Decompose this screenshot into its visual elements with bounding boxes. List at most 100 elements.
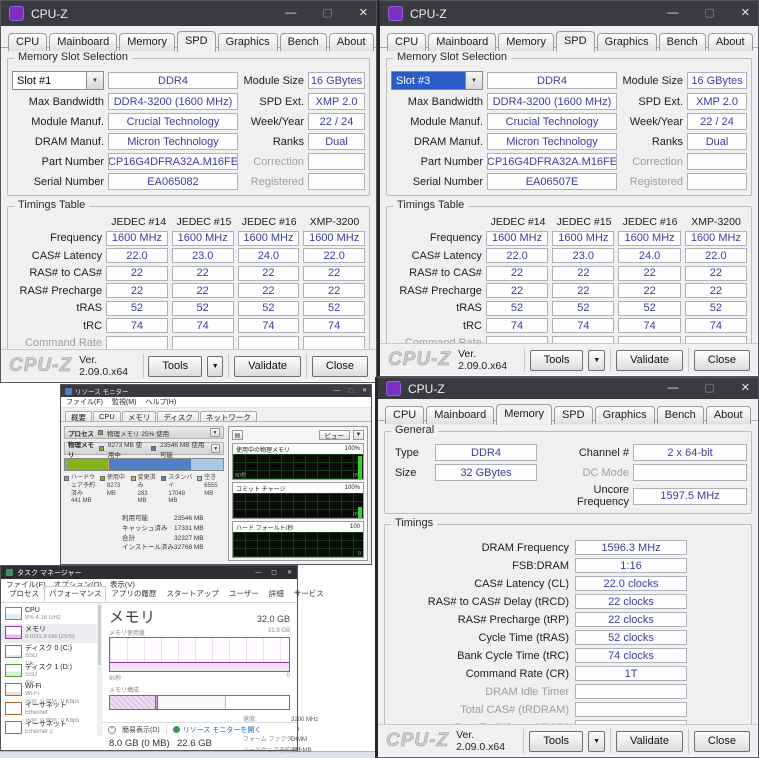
tab[interactable]: Memory (498, 33, 554, 51)
tab[interactable]: CPU (8, 33, 48, 51)
process-section-header[interactable]: プロセス 物理メモリ 25% 使用 ▼ (64, 426, 224, 439)
tab[interactable]: ネットワーク (199, 411, 257, 422)
tab[interactable]: メモリ (121, 411, 157, 422)
close-icon[interactable]: ✕ (287, 570, 292, 576)
close-button[interactable]: Close (693, 730, 750, 752)
maximize-icon[interactable]: ▢ (704, 383, 714, 394)
perf-sidebar-item[interactable]: Wi-Fi Wi-Fi 送信: 0 受信: 0 Kbps (1, 681, 97, 705)
tab[interactable]: Mainboard (49, 33, 118, 51)
tools-dropdown-button[interactable]: ▼ (207, 355, 224, 377)
timing-value: 22 (106, 283, 168, 298)
tab[interactable]: Graphics (596, 33, 657, 51)
tab[interactable]: スタートアップ (161, 586, 224, 602)
close-icon[interactable]: ✕ (362, 388, 367, 394)
task-manager-window: タスク マネージャー — ▢ ✕ ファイル(F) オプション(O) 表示(V) プロ… (0, 565, 324, 754)
physical-memory-section-header[interactable]: 物理メモリ 8273 MB 使用中 23546 MB 使用可能 ▼ (64, 442, 224, 459)
tab[interactable]: CPU (387, 33, 427, 51)
minimize-icon[interactable]: — (667, 383, 678, 394)
tab[interactable]: パフォーマンス (44, 586, 107, 602)
maximize-icon[interactable]: ▢ (348, 388, 354, 394)
perf-sidebar-item[interactable]: イーサネット Ethernet 2 送信: 0 受信: 0 Kbps (1, 719, 97, 736)
open-resource-monitor-link[interactable]: リソース モニターを開く (172, 725, 261, 735)
field-value: Dual (308, 133, 365, 150)
timing-label: RAS# to CAS# (409, 267, 482, 279)
tab[interactable]: Bench (279, 33, 327, 51)
tab[interactable]: プロセス (4, 586, 44, 602)
tab[interactable]: ユーザー (224, 586, 264, 602)
chevron-down-icon[interactable]: ▼ (466, 71, 483, 90)
validate-button[interactable]: Validate (616, 349, 684, 371)
tab[interactable]: Mainboard (426, 406, 495, 424)
tools-button[interactable]: Tools (529, 730, 584, 752)
panel-collapse-button[interactable]: ▤ (232, 430, 243, 440)
close-icon[interactable]: ✕ (741, 383, 750, 394)
title-bar[interactable]: CPU-Z — ▢ ✕ (378, 378, 758, 399)
tab[interactable]: Memory (119, 33, 175, 51)
minimize-icon[interactable]: — (334, 388, 340, 394)
perf-sidebar-item[interactable]: ディスク 1 (D:) SSD 4% (1, 662, 97, 686)
close-button[interactable]: Close (693, 349, 751, 371)
tools-dropdown-button[interactable]: ▼ (588, 730, 606, 752)
tab[interactable]: CPU (93, 411, 121, 421)
menu-item[interactable]: ヘルプ(H) (145, 397, 176, 407)
title-bar[interactable]: CPU-Z — ▢ ✕ (380, 1, 758, 26)
zero-axis-label: 0 (286, 673, 290, 679)
tab[interactable]: About (328, 33, 374, 51)
tab[interactable]: SPD (555, 31, 595, 52)
perf-sidebar-item[interactable]: ディスク 0 (C:) SSD 1% (1, 643, 97, 667)
tools-dropdown-button[interactable]: ▼ (588, 349, 606, 371)
slot-select[interactable]: Slot #1 ▼ (12, 71, 104, 90)
close-icon[interactable]: ✕ (359, 8, 368, 19)
validate-button[interactable]: Validate (234, 355, 302, 377)
tab[interactable]: About (707, 33, 753, 51)
maximize-icon[interactable]: ▢ (271, 570, 277, 576)
menu-item[interactable]: ファイル(F) (66, 397, 103, 407)
title-bar[interactable]: CPU-Z — ▢ ✕ (1, 1, 376, 26)
close-button[interactable]: Close (311, 355, 368, 377)
tab[interactable]: CPU (385, 406, 425, 424)
item-name: イーサネット (25, 702, 67, 709)
tools-button[interactable]: Tools (529, 349, 584, 371)
validate-button[interactable]: Validate (616, 730, 683, 752)
views-dropdown-button[interactable]: ▼ (353, 430, 364, 440)
chevron-down-icon[interactable]: ▼ (210, 428, 220, 437)
minimize-icon[interactable]: — (667, 8, 678, 19)
tab[interactable]: SPD (176, 31, 216, 52)
tab[interactable]: Bench (658, 33, 706, 51)
tab[interactable]: 詳細 (264, 586, 289, 602)
tab[interactable]: About (705, 406, 751, 424)
simple-view-toggle[interactable]: 簡易表示(D) (122, 725, 160, 735)
perf-sidebar-item[interactable]: イーサネット Ethernet 送信: 0 受信: 0 Kbps (1, 700, 97, 724)
tab[interactable]: SPD (553, 406, 593, 424)
maximize-icon[interactable]: ▢ (322, 8, 332, 19)
maximize-icon[interactable]: ▢ (704, 8, 714, 19)
minimize-icon[interactable]: — (285, 8, 296, 19)
tab[interactable]: Mainboard (428, 33, 497, 51)
views-button[interactable]: ビュー (318, 430, 350, 440)
tab[interactable]: Graphics (217, 33, 278, 51)
tab[interactable]: Graphics (594, 406, 655, 424)
perf-sidebar-item[interactable]: CPU 9% 4.18 GHz (1, 605, 97, 624)
chevron-down-icon[interactable]: ▼ (211, 444, 220, 453)
minimize-icon[interactable]: — (255, 570, 261, 576)
menu-item[interactable]: 監視(M) (112, 397, 137, 407)
tab[interactable]: Memory (496, 404, 552, 425)
title-bar[interactable]: リソース モニター — ▢ ✕ (61, 385, 371, 397)
timing-value: 52 (552, 300, 615, 316)
tab[interactable]: サービス (289, 586, 329, 602)
tab[interactable]: アプリの履歴 (106, 586, 161, 602)
slot-select[interactable]: Slot #3 ▼ (391, 71, 483, 90)
tab[interactable]: Bench (656, 406, 704, 424)
field-label: Max Bandwidth (28, 95, 104, 108)
tab[interactable]: ディスク (157, 411, 199, 422)
tools-button[interactable]: Tools (148, 355, 203, 377)
timing-value: 22.0 (485, 248, 549, 263)
field-value (687, 153, 747, 170)
perf-sidebar-item[interactable]: メモリ 8.0/31.9 GB (25%) (1, 624, 97, 643)
tab[interactable]: 概要 (65, 411, 92, 422)
graph-zero-label: 0 (357, 551, 361, 557)
chevron-down-icon[interactable]: ▼ (87, 71, 104, 90)
close-icon[interactable]: ✕ (741, 8, 750, 19)
legend-value: 283 MB (137, 490, 148, 505)
title-bar[interactable]: タスク マネージャー — ▢ ✕ (1, 566, 297, 579)
